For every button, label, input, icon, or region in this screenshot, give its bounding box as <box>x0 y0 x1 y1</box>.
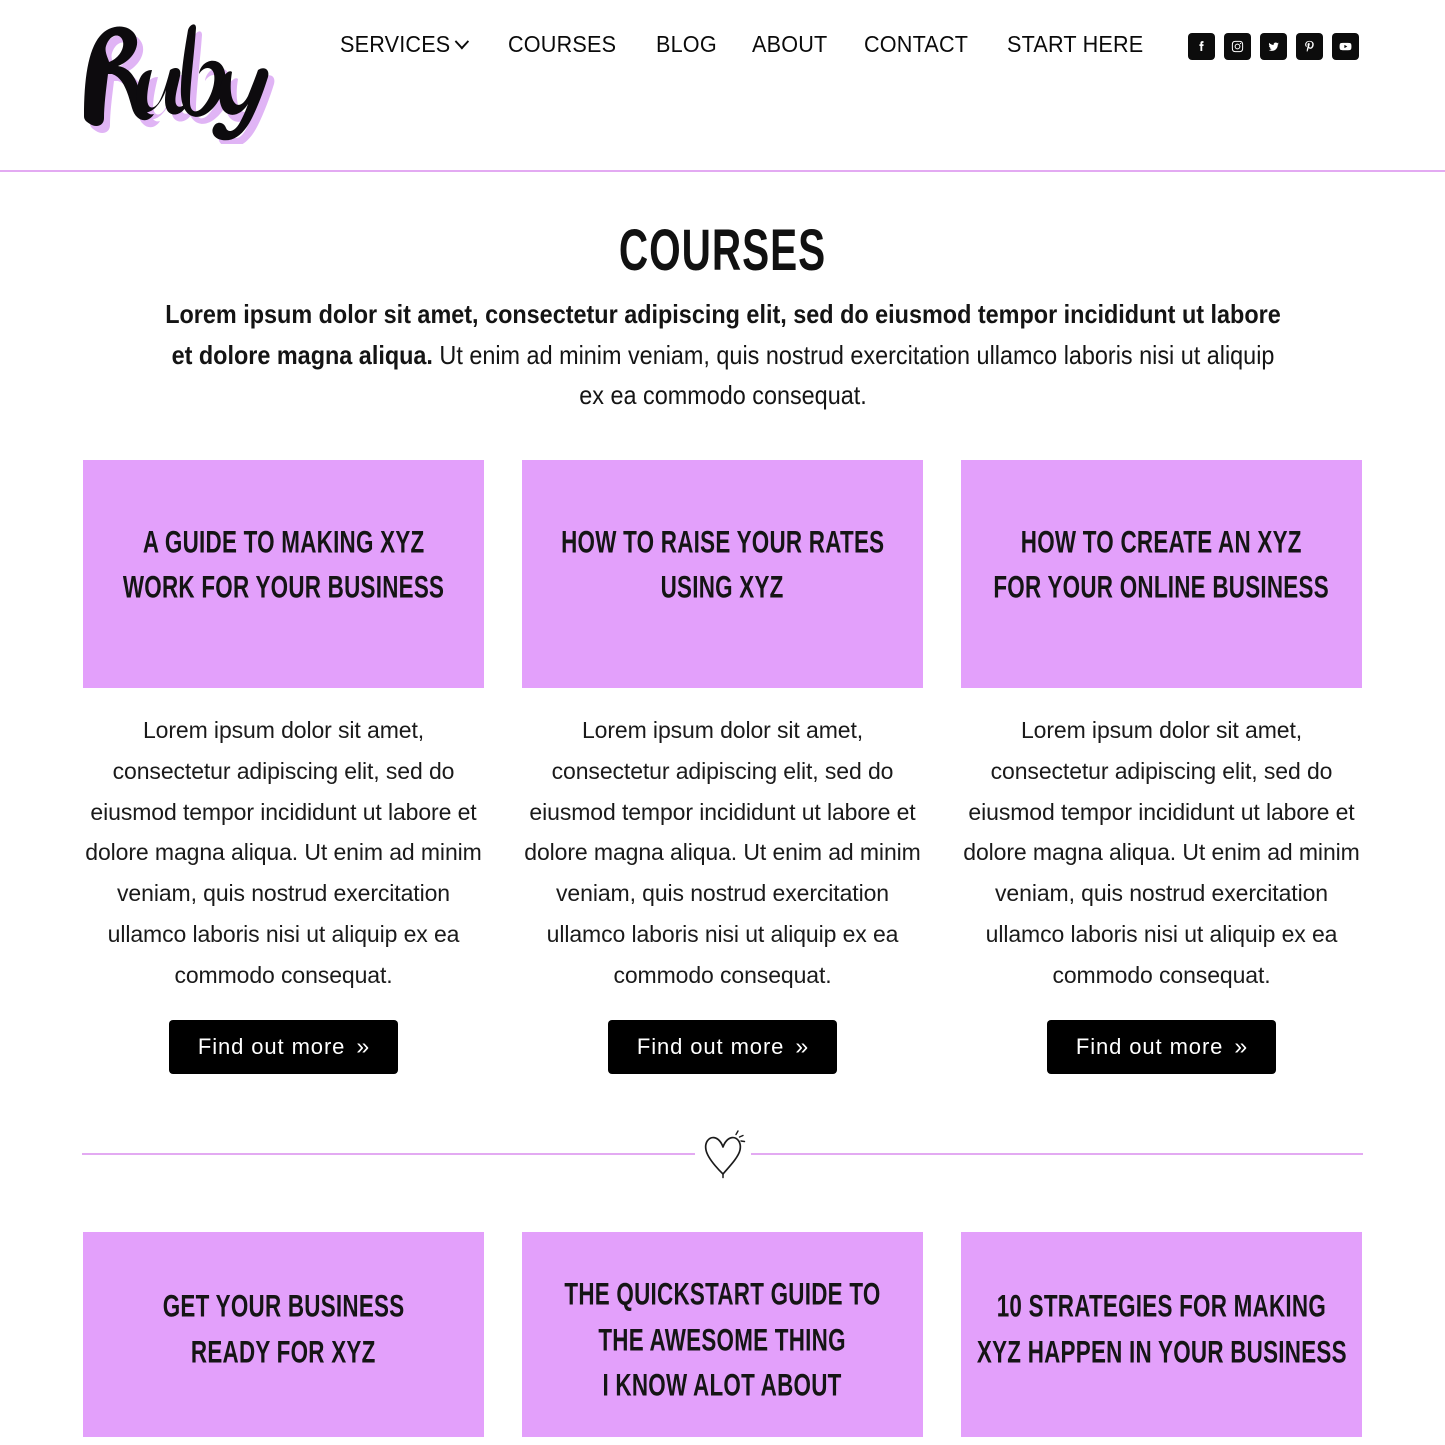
course-card: A GUIDE TO MAKING XYZ WORK FOR YOUR BUSI… <box>83 459 484 1075</box>
page-title: COURSES <box>618 218 827 284</box>
course-title-line: 10 STRATEGIES FOR MAKING <box>996 1288 1327 1324</box>
course-banner[interactable]: HOW TO RAISE YOUR RATES USING XYZ <box>522 459 923 688</box>
divider-line-right <box>750 1153 1363 1156</box>
nav-item-start-here[interactable]: START HERE <box>1007 31 1143 58</box>
course-banner[interactable]: A GUIDE TO MAKING XYZ WORK FOR YOUR BUSI… <box>83 459 484 688</box>
twitter-icon[interactable] <box>1260 33 1287 60</box>
cta-row: Find out more » <box>961 1020 1362 1075</box>
course-title-line: WORK FOR YOUR BUSINESS <box>122 569 445 605</box>
main-navigation: SERVICES COURSES BLOG ABOUT CONTACT STAR… <box>340 31 1155 58</box>
course-card: THE QUICKSTART GUIDE TO THE AWESOME THIN… <box>522 1232 923 1438</box>
section-divider <box>0 1128 1445 1180</box>
double-chevron-right-icon: » <box>356 1033 370 1060</box>
course-banner[interactable]: GET YOUR BUSINESS READY FOR XYZ <box>83 1232 484 1438</box>
course-title-line: XYZ HAPPEN IN YOUR BUSINESS <box>976 1334 1347 1369</box>
button-label: Find out more <box>197 1033 346 1059</box>
divider-line-left <box>82 1153 695 1156</box>
nav-item-blog[interactable]: BLOG <box>656 31 717 58</box>
nav-label: START HERE <box>1006 31 1144 57</box>
find-out-more-button[interactable]: Find out more » <box>607 1020 838 1075</box>
main-content: COURSES Lorem ipsum dolor sit amet, cons… <box>0 218 1445 1445</box>
course-title-line: FOR YOUR ONLINE BUSINESS <box>993 569 1330 605</box>
courses-row-1: A GUIDE TO MAKING XYZ WORK FOR YOUR BUSI… <box>0 459 1445 1075</box>
pinterest-icon[interactable] <box>1296 33 1323 60</box>
nav-label: CONTACT <box>863 31 968 57</box>
course-banner[interactable]: THE QUICKSTART GUIDE TO THE AWESOME THIN… <box>522 1232 923 1438</box>
intro-paragraph: Lorem ipsum dolor sit amet, consectetur … <box>160 294 1285 416</box>
nav-label: SERVICES <box>340 31 451 57</box>
cta-row: Find out more » <box>83 1020 484 1075</box>
course-title-line: GET YOUR BUSINESS <box>162 1288 405 1324</box>
button-label: Find out more <box>636 1033 785 1059</box>
course-description: Lorem ipsum dolor sit amet, consectetur … <box>85 716 482 989</box>
site-logo[interactable] <box>72 14 282 144</box>
nav-label: COURSES <box>508 31 617 57</box>
course-card: HOW TO CREATE AN XYZ FOR YOUR ONLINE BUS… <box>961 459 1362 1075</box>
nav-label: ABOUT <box>751 31 828 57</box>
course-title-line: USING XYZ <box>660 569 785 605</box>
nav-item-services[interactable]: SERVICES <box>340 31 470 58</box>
course-title-line: READY FOR XYZ <box>191 1334 376 1369</box>
instagram-icon[interactable] <box>1224 33 1251 60</box>
button-label: Find out more <box>1075 1033 1224 1059</box>
course-description: Lorem ipsum dolor sit amet, consectetur … <box>524 716 921 989</box>
double-chevron-right-icon: » <box>1234 1033 1248 1060</box>
find-out-more-button[interactable]: Find out more » <box>168 1020 399 1075</box>
course-description: Lorem ipsum dolor sit amet, consectetur … <box>963 716 1360 989</box>
page-bottom-spacer <box>0 1437 1445 1445</box>
courses-row-2: GET YOUR BUSINESS READY FOR XYZ THE QUIC… <box>0 1232 1445 1438</box>
course-title-line: THE QUICKSTART GUIDE TO <box>564 1276 881 1312</box>
site-header: SERVICES COURSES BLOG ABOUT CONTACT STAR… <box>0 0 1445 172</box>
course-title-line: I KNOW ALOT ABOUT <box>602 1367 843 1403</box>
course-card: GET YOUR BUSINESS READY FOR XYZ <box>83 1232 484 1438</box>
social-links <box>1188 33 1359 60</box>
heart-sparkle-icon <box>695 1128 751 1180</box>
chevron-down-icon <box>454 33 470 50</box>
facebook-icon[interactable] <box>1188 33 1215 60</box>
course-card: HOW TO RAISE YOUR RATES USING XYZ Lorem … <box>522 459 923 1075</box>
find-out-more-button[interactable]: Find out more » <box>1046 1020 1277 1075</box>
nav-item-about[interactable]: ABOUT <box>752 31 827 58</box>
intro-rest-text: Ut enim ad minim veniam, quis nostrud ex… <box>432 339 1274 411</box>
course-banner[interactable]: 10 STRATEGIES FOR MAKING XYZ HAPPEN IN Y… <box>961 1232 1362 1438</box>
course-banner[interactable]: HOW TO CREATE AN XYZ FOR YOUR ONLINE BUS… <box>961 459 1362 688</box>
nav-item-courses[interactable]: COURSES <box>508 31 616 58</box>
course-card: 10 STRATEGIES FOR MAKING XYZ HAPPEN IN Y… <box>961 1232 1362 1438</box>
nav-item-contact[interactable]: CONTACT <box>864 31 968 58</box>
double-chevron-right-icon: » <box>795 1033 809 1060</box>
cta-row: Find out more » <box>522 1020 923 1075</box>
youtube-icon[interactable] <box>1332 33 1359 60</box>
nav-label: BLOG <box>655 31 717 57</box>
